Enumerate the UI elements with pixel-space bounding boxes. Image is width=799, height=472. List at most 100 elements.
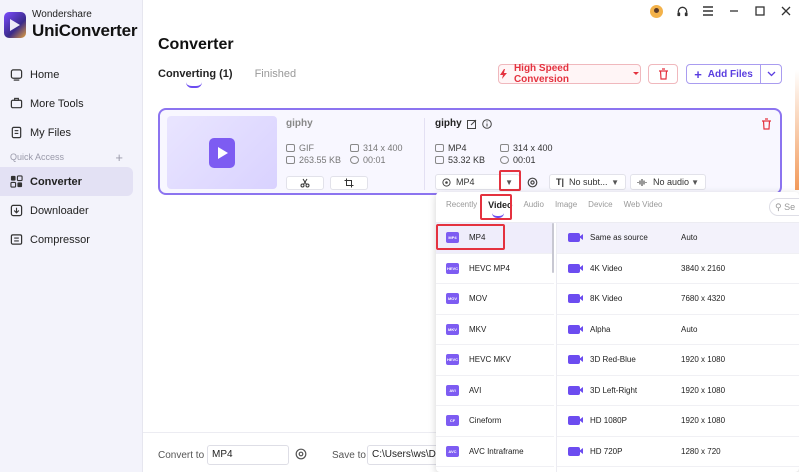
output-format-value: MP4	[456, 177, 475, 187]
account-button[interactable]	[643, 0, 669, 22]
tab-audio[interactable]: Audio	[523, 200, 543, 210]
format-list-scrollbar[interactable]	[552, 223, 554, 273]
resolution-item[interactable]: HD 1080P 1920 x 1080	[557, 406, 799, 437]
convert-to-select[interactable]: MP4	[207, 445, 289, 465]
tab-web-video[interactable]: Web Video	[624, 200, 663, 210]
resolution-item[interactable]: HD 720P 1280 x 720	[557, 437, 799, 467]
target-icon	[442, 177, 451, 187]
add-quick-access-icon[interactable]: +	[115, 150, 123, 165]
output-size: 53.32 KB	[435, 155, 485, 165]
format-item-avc-intraframe[interactable]: AVC AVC Intraframe	[436, 437, 554, 467]
delete-file-button[interactable]	[761, 118, 772, 133]
audio-select[interactable]: No audio ▼	[630, 174, 706, 190]
video-camera-icon	[568, 385, 583, 395]
resolution-item[interactable]: Alpha Auto	[557, 315, 799, 345]
output-file-name: giphy	[435, 118, 462, 129]
tab-device[interactable]: Device	[588, 200, 612, 210]
minimize-icon	[730, 10, 738, 12]
sidebar-item-my-files[interactable]: My Files	[0, 118, 143, 147]
format-item-mov[interactable]: MOV MOV	[436, 284, 554, 315]
sidebar-item-more-tools[interactable]: More Tools	[0, 89, 143, 118]
chevron-down-icon	[767, 71, 775, 76]
close-button[interactable]	[773, 0, 799, 22]
add-files-button[interactable]: + Add Files	[686, 64, 782, 84]
video-thumbnail[interactable]	[167, 116, 277, 189]
resolution-item[interactable]: 4K Video 3840 x 2160	[557, 254, 799, 284]
mp4-format-highlight	[436, 224, 505, 250]
clock-icon	[350, 156, 359, 164]
menu-button[interactable]	[695, 0, 721, 22]
video-camera-icon	[568, 355, 583, 365]
resolution-icon	[350, 144, 359, 152]
sidebar-item-label: Downloader	[30, 204, 89, 217]
video-camera-icon	[568, 446, 583, 456]
background-window-edge	[795, 70, 799, 190]
tab-converting[interactable]: Converting (1)	[158, 68, 233, 88]
sidebar-item-downloader[interactable]: Downloader	[0, 196, 143, 225]
resolution-item[interactable]: 3D Left-Right 1920 x 1080	[557, 376, 799, 406]
format-dropdown-panel: Recently Video Audio Image Device Web Vi…	[436, 192, 799, 472]
settings-icon	[527, 177, 538, 187]
format-list: MP4 MP4 HEVC HEVC MP4 MOV MOV MKV MKV HEVC HE…	[436, 223, 554, 467]
save-to-label: Save to	[332, 450, 366, 461]
lightning-icon	[499, 69, 507, 79]
source-resolution: 314 x 400	[350, 143, 403, 153]
format-settings-button[interactable]	[524, 174, 542, 190]
edit-icon[interactable]	[466, 119, 477, 129]
sidebar-item-home[interactable]: Home	[0, 60, 143, 89]
sidebar-item-label: More Tools	[30, 97, 84, 110]
tab-finished[interactable]: Finished	[255, 68, 297, 80]
sidebar-item-compressor[interactable]: Compressor	[0, 225, 143, 254]
convert-settings-button[interactable]	[295, 448, 307, 463]
info-icon[interactable]	[481, 118, 492, 129]
support-button[interactable]	[669, 0, 695, 22]
output-duration: 00:01	[500, 155, 536, 165]
clock-icon	[500, 156, 509, 164]
maximize-button[interactable]	[747, 0, 773, 22]
menu-icon	[703, 6, 713, 16]
file-icon	[11, 126, 22, 139]
format-item-hevc-mp4[interactable]: HEVC HEVC MP4	[436, 254, 554, 284]
high-speed-conversion-button[interactable]: High Speed Conversion	[498, 63, 641, 85]
video-camera-icon	[568, 416, 583, 426]
output-file-name-row: giphy	[435, 118, 492, 129]
resolution-item[interactable]: 3D Red-Blue 1920 x 1080	[557, 345, 799, 376]
hevc-format-icon: HEVC	[446, 262, 459, 274]
resolution-item[interactable]: 8K Video 7680 x 4320	[557, 284, 799, 315]
tab-image[interactable]: Image	[555, 200, 577, 210]
chevron-down-icon	[633, 72, 640, 75]
subtitle-icon: T|	[556, 177, 565, 187]
format-item-hevc-mkv[interactable]: HEVC HEVC MKV	[436, 345, 554, 376]
video-camera-icon	[568, 263, 583, 273]
conversion-tabs: Converting (1) Finished	[158, 68, 318, 88]
plus-icon: +	[694, 66, 702, 82]
sidebar-item-converter[interactable]: Converter	[0, 167, 133, 196]
format-item-mkv[interactable]: MKV MKV	[436, 315, 554, 345]
trim-button[interactable]	[286, 176, 324, 190]
video-camera-icon	[568, 294, 583, 304]
download-icon	[10, 204, 23, 217]
sidebar-item-label: Compressor	[30, 233, 90, 246]
format-search-input[interactable]: ⚲ Se	[769, 198, 799, 216]
tab-recently[interactable]: Recently	[446, 200, 477, 210]
folder-icon	[286, 156, 295, 164]
subtitle-value: No subt...	[569, 177, 608, 187]
chevron-down-icon: ▼	[691, 177, 699, 187]
format-item-avi[interactable]: AVI AVI	[436, 376, 554, 406]
add-files-main[interactable]: + Add Files	[687, 65, 761, 83]
mov-format-icon: MOV	[446, 293, 459, 305]
crop-button[interactable]	[330, 176, 368, 190]
convert-to-label: Convert to	[158, 450, 205, 461]
quick-access-label: Quick Access	[10, 152, 65, 162]
minimize-button[interactable]	[721, 0, 747, 22]
subtitle-select[interactable]: T| No subt... ▼	[549, 174, 626, 190]
resolution-item[interactable]: Same as source Auto	[557, 223, 799, 254]
format-item-cineform[interactable]: CF Cineform	[436, 406, 554, 437]
add-files-dropdown[interactable]	[761, 69, 781, 80]
delete-all-button[interactable]	[648, 64, 678, 84]
scissors-icon	[300, 178, 310, 188]
sidebar-nav: Home More Tools My Files Quick Access + …	[0, 60, 143, 254]
headset-icon	[676, 6, 688, 16]
sidebar: Wondershare UniConverter Home More Tools…	[0, 0, 143, 472]
audio-value: No audio	[653, 177, 690, 187]
